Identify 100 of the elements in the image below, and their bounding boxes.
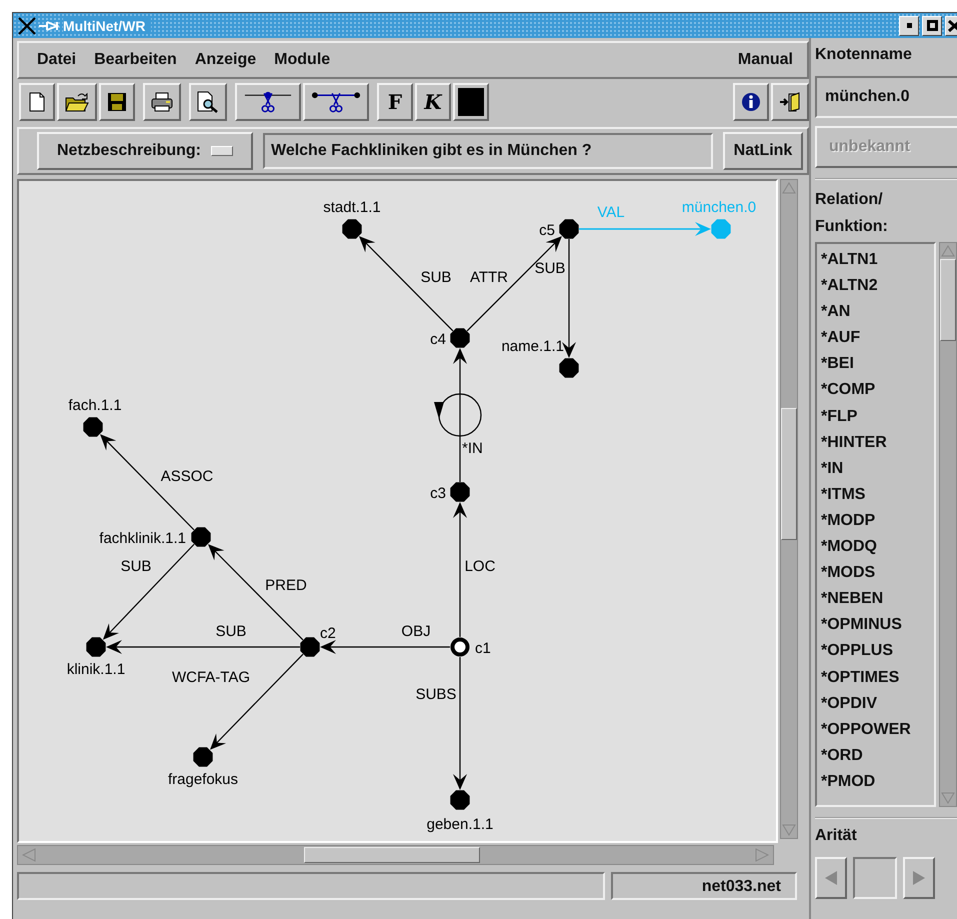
- edge-label: SUB: [420, 269, 452, 286]
- scroll-down-icon: [782, 824, 796, 836]
- list-item[interactable]: *OPMINUS: [821, 612, 930, 638]
- list-item[interactable]: *AN: [821, 299, 930, 326]
- printer-icon: [151, 92, 173, 112]
- scissors-icon: [243, 90, 293, 114]
- graph-node: [86, 637, 106, 657]
- pin-icon[interactable]: [39, 20, 59, 30]
- node-label: name.1.1: [501, 338, 564, 355]
- list-label: Relation/: [815, 190, 883, 210]
- arity-field[interactable]: [853, 857, 897, 899]
- decrement-button[interactable]: [815, 857, 847, 899]
- natlink-button[interactable]: NatLink: [723, 132, 803, 170]
- right-triangle-icon: [912, 870, 926, 886]
- scroll-left-icon: [22, 848, 36, 862]
- scroll-up-icon: [941, 245, 955, 257]
- preview-button[interactable]: [189, 83, 227, 121]
- menu-item[interactable]: Datei: [31, 49, 84, 71]
- vertical-scrollbar[interactable]: [939, 242, 957, 807]
- edge-label: VAL: [597, 204, 625, 221]
- list-item[interactable]: *MODQ: [821, 534, 930, 560]
- close-button[interactable]: [945, 16, 957, 36]
- list-item[interactable]: *MODS: [821, 560, 930, 586]
- menu-item[interactable]: Anzeige: [188, 49, 264, 71]
- edge-label: OBJ: [401, 623, 431, 640]
- list-item[interactable]: *OPPOWER: [821, 716, 930, 743]
- print-button[interactable]: [143, 83, 181, 121]
- list-item[interactable]: *AUF: [821, 325, 930, 352]
- exit-button[interactable]: [771, 83, 809, 121]
- question-field[interactable]: Welche Fachkliniken gibt es in München ?: [263, 133, 713, 169]
- edge-label: SUBS: [416, 686, 456, 703]
- left-triangle-icon: [824, 870, 838, 886]
- increment-button[interactable]: [903, 857, 935, 899]
- edge-label: WCFA-TAG: [172, 669, 250, 686]
- close-icon: [948, 20, 957, 32]
- horizontal-scrollbar[interactable]: [17, 845, 774, 865]
- cut-node-button[interactable]: [235, 83, 301, 121]
- node-label: c5: [539, 222, 555, 239]
- list-item[interactable]: *ITMS: [821, 482, 930, 508]
- menu-item[interactable]: Module: [268, 49, 338, 71]
- node-label: fachklinik.1.1: [99, 530, 186, 547]
- cut-edge-button[interactable]: [303, 83, 369, 121]
- node-name-field[interactable]: münchen.0: [815, 76, 957, 118]
- list-item[interactable]: *MODP: [821, 508, 930, 534]
- bold-button[interactable]: F: [377, 83, 413, 121]
- list-item[interactable]: *ALTN2: [821, 273, 930, 300]
- window-title: MultiNet/WR: [63, 18, 152, 34]
- minimize-button[interactable]: [899, 16, 919, 36]
- list-item[interactable]: *OPTIMES: [821, 664, 930, 691]
- field-label: Knotenname: [815, 46, 912, 65]
- edge-label: LOC: [464, 558, 496, 575]
- node-label: c1: [475, 640, 491, 657]
- scroll-thumb[interactable]: [940, 259, 956, 341]
- color-swatch: [458, 88, 484, 116]
- scroll-right-icon: [755, 848, 769, 862]
- list-item[interactable]: *ALTN1: [821, 247, 930, 274]
- scroll-thumb[interactable]: [781, 408, 797, 540]
- edge-label: PRED: [265, 577, 307, 594]
- node-label: c4: [430, 331, 446, 348]
- edge-label: SUB: [534, 260, 566, 277]
- info-icon: [741, 92, 761, 112]
- file-name: net033.net: [611, 872, 797, 900]
- graph-node: [342, 219, 362, 239]
- minimize-icon: [906, 23, 912, 28]
- graph-node: [559, 219, 579, 239]
- node-label: fach.1.1: [68, 397, 122, 414]
- save-button[interactable]: [99, 83, 135, 121]
- color-button[interactable]: [453, 83, 489, 121]
- scroll-thumb[interactable]: [304, 847, 480, 863]
- description-dropdown[interactable]: Netzbeschreibung:: [37, 132, 253, 170]
- list-item[interactable]: *BEI: [821, 351, 930, 378]
- info-button[interactable]: [733, 83, 769, 121]
- magnifier-page-icon: [197, 91, 219, 113]
- graph-node: [191, 527, 211, 547]
- manual-menu-item[interactable]: Manual: [732, 49, 801, 71]
- field-label: Arität: [815, 827, 857, 846]
- graph-node: [450, 638, 470, 656]
- list-item[interactable]: *IN: [821, 456, 930, 482]
- open-button[interactable]: [57, 83, 97, 121]
- list-item[interactable]: *PMOD: [821, 768, 930, 795]
- new-file-button[interactable]: [19, 83, 55, 121]
- list-item[interactable]: *HINTER: [821, 430, 930, 456]
- vertical-scrollbar[interactable]: [780, 179, 798, 839]
- list-item[interactable]: *ORD: [821, 742, 930, 769]
- list-item[interactable]: *OPPLUS: [821, 638, 930, 664]
- edge-label: ATTR: [470, 269, 508, 286]
- graph-node: [450, 328, 470, 348]
- list-item[interactable]: *NEBEN: [821, 586, 930, 612]
- blank-page-icon: [29, 92, 45, 112]
- italic-button[interactable]: K: [415, 83, 451, 121]
- loop-arrow: [434, 393, 482, 437]
- edge-label: SUB: [216, 623, 246, 640]
- list-item[interactable]: *OPDIV: [821, 690, 930, 717]
- node-label: fragefokus: [168, 771, 238, 788]
- list-item[interactable]: *COMP: [821, 377, 930, 404]
- node-label: klinik.1.1: [66, 661, 126, 678]
- maximize-icon: [926, 20, 938, 31]
- list-item[interactable]: *FLP: [821, 404, 930, 430]
- maximize-button[interactable]: [922, 16, 942, 36]
- menu-item[interactable]: Bearbeiten: [88, 49, 185, 71]
